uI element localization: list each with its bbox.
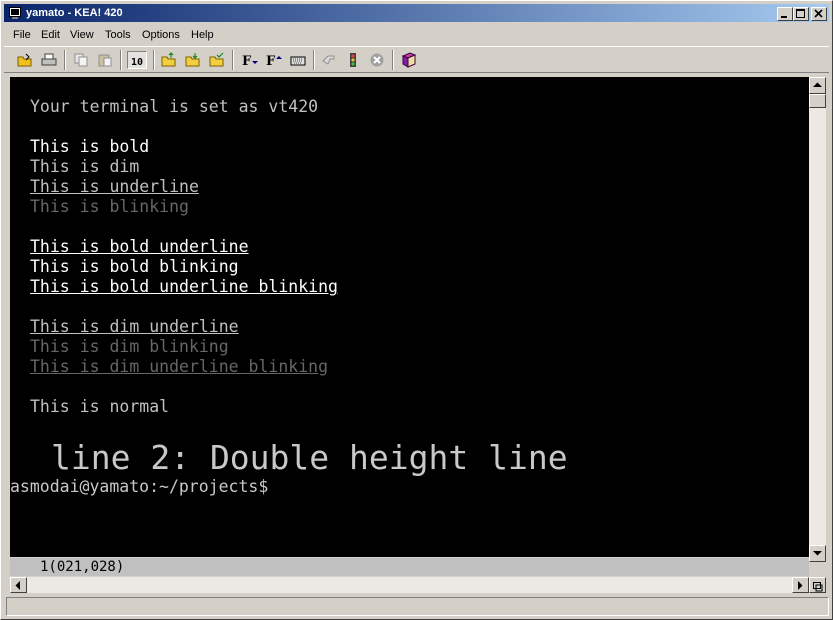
terminal-screen[interactable]: Your terminal is set as vt420 This is bo… xyxy=(10,77,809,557)
title-bar[interactable]: yamato - KEA! 420 xyxy=(4,4,829,22)
minimize-button[interactable] xyxy=(777,7,793,21)
menu-view[interactable]: View xyxy=(70,29,94,41)
book-icon[interactable] xyxy=(399,51,419,69)
svg-text:10: 10 xyxy=(131,57,143,68)
scroll-thumb[interactable] xyxy=(809,94,826,108)
folder-check-icon[interactable] xyxy=(207,51,227,69)
toolbar-separator xyxy=(64,50,66,70)
menu-edit[interactable]: Edit xyxy=(41,29,60,41)
terminal-line: This is dim blinking xyxy=(30,337,229,356)
scroll-down-button[interactable] xyxy=(809,545,826,562)
shell-prompt: asmodai@yamato:~/projects$ xyxy=(10,477,269,496)
terminal-line: This is bold blinking xyxy=(30,257,239,276)
paste-icon[interactable] xyxy=(95,51,115,69)
app-window: yamato - KEA! 420 File Edit View Tools O… xyxy=(0,0,833,620)
toolbar-separator xyxy=(232,50,234,70)
print-icon[interactable] xyxy=(39,51,59,69)
binary-icon[interactable]: 10 xyxy=(127,51,147,69)
terminal-line: This is underline xyxy=(30,177,199,196)
open-folder-icon[interactable] xyxy=(15,51,35,69)
scroll-up-button[interactable] xyxy=(809,77,826,94)
terminal-line: Your terminal is set as vt420 xyxy=(30,97,319,116)
stop-icon[interactable] xyxy=(367,51,387,69)
resize-corner-button[interactable] xyxy=(809,577,826,593)
toolbar-separator xyxy=(153,50,155,70)
status-bar xyxy=(6,597,829,616)
terminal-line: This is bold xyxy=(30,137,150,156)
traffic-light-icon[interactable] xyxy=(343,51,363,69)
toolbar: 10 F F xyxy=(4,46,829,73)
toolbar-separator xyxy=(313,50,315,70)
cursor-position: 1(021,028) xyxy=(40,559,125,575)
terminal-line: This is bold underline blinking xyxy=(30,277,338,296)
maximize-button[interactable] xyxy=(793,7,809,21)
vertical-scrollbar[interactable] xyxy=(809,77,826,562)
menu-file[interactable]: File xyxy=(13,29,31,41)
window-title: yamato - KEA! 420 xyxy=(26,7,123,19)
font-down-icon[interactable]: F xyxy=(240,51,260,69)
scroll-left-button[interactable] xyxy=(10,577,27,593)
toolbar-separator xyxy=(120,50,122,70)
close-button[interactable] xyxy=(811,7,827,21)
toolbar-separator xyxy=(392,50,394,70)
scroll-corner xyxy=(809,562,826,577)
copy-icon[interactable] xyxy=(71,51,91,69)
terminal-status-line: 1(021,028) xyxy=(10,558,809,576)
folder-up-icon[interactable] xyxy=(159,51,179,69)
terminal-line: This is blinking xyxy=(30,197,189,216)
menu-tools[interactable]: Tools xyxy=(105,29,131,41)
terminal-line: This is normal xyxy=(30,397,170,416)
terminal-icon xyxy=(9,7,21,19)
hand-icon[interactable] xyxy=(319,51,339,69)
font-up-icon[interactable]: F xyxy=(264,51,284,69)
terminal-line: This is dim xyxy=(30,157,140,176)
terminal-line: This is dim underline xyxy=(30,317,239,336)
menu-help[interactable]: Help xyxy=(191,29,214,41)
menu-options[interactable]: Options xyxy=(142,29,180,41)
svg-text:F: F xyxy=(242,54,252,68)
keyboard-icon[interactable] xyxy=(288,51,308,69)
scroll-right-button[interactable] xyxy=(792,577,809,593)
double-height-line: line 2: Double height line xyxy=(51,438,568,477)
terminal-line: This is bold underline xyxy=(30,237,249,256)
horizontal-scrollbar[interactable] xyxy=(10,577,809,593)
svg-text:F: F xyxy=(266,54,276,68)
menu-bar: File Edit View Tools Options Help xyxy=(4,25,829,45)
folder-open-icon[interactable] xyxy=(183,51,203,69)
terminal-line: This is dim underline blinking xyxy=(30,357,329,376)
